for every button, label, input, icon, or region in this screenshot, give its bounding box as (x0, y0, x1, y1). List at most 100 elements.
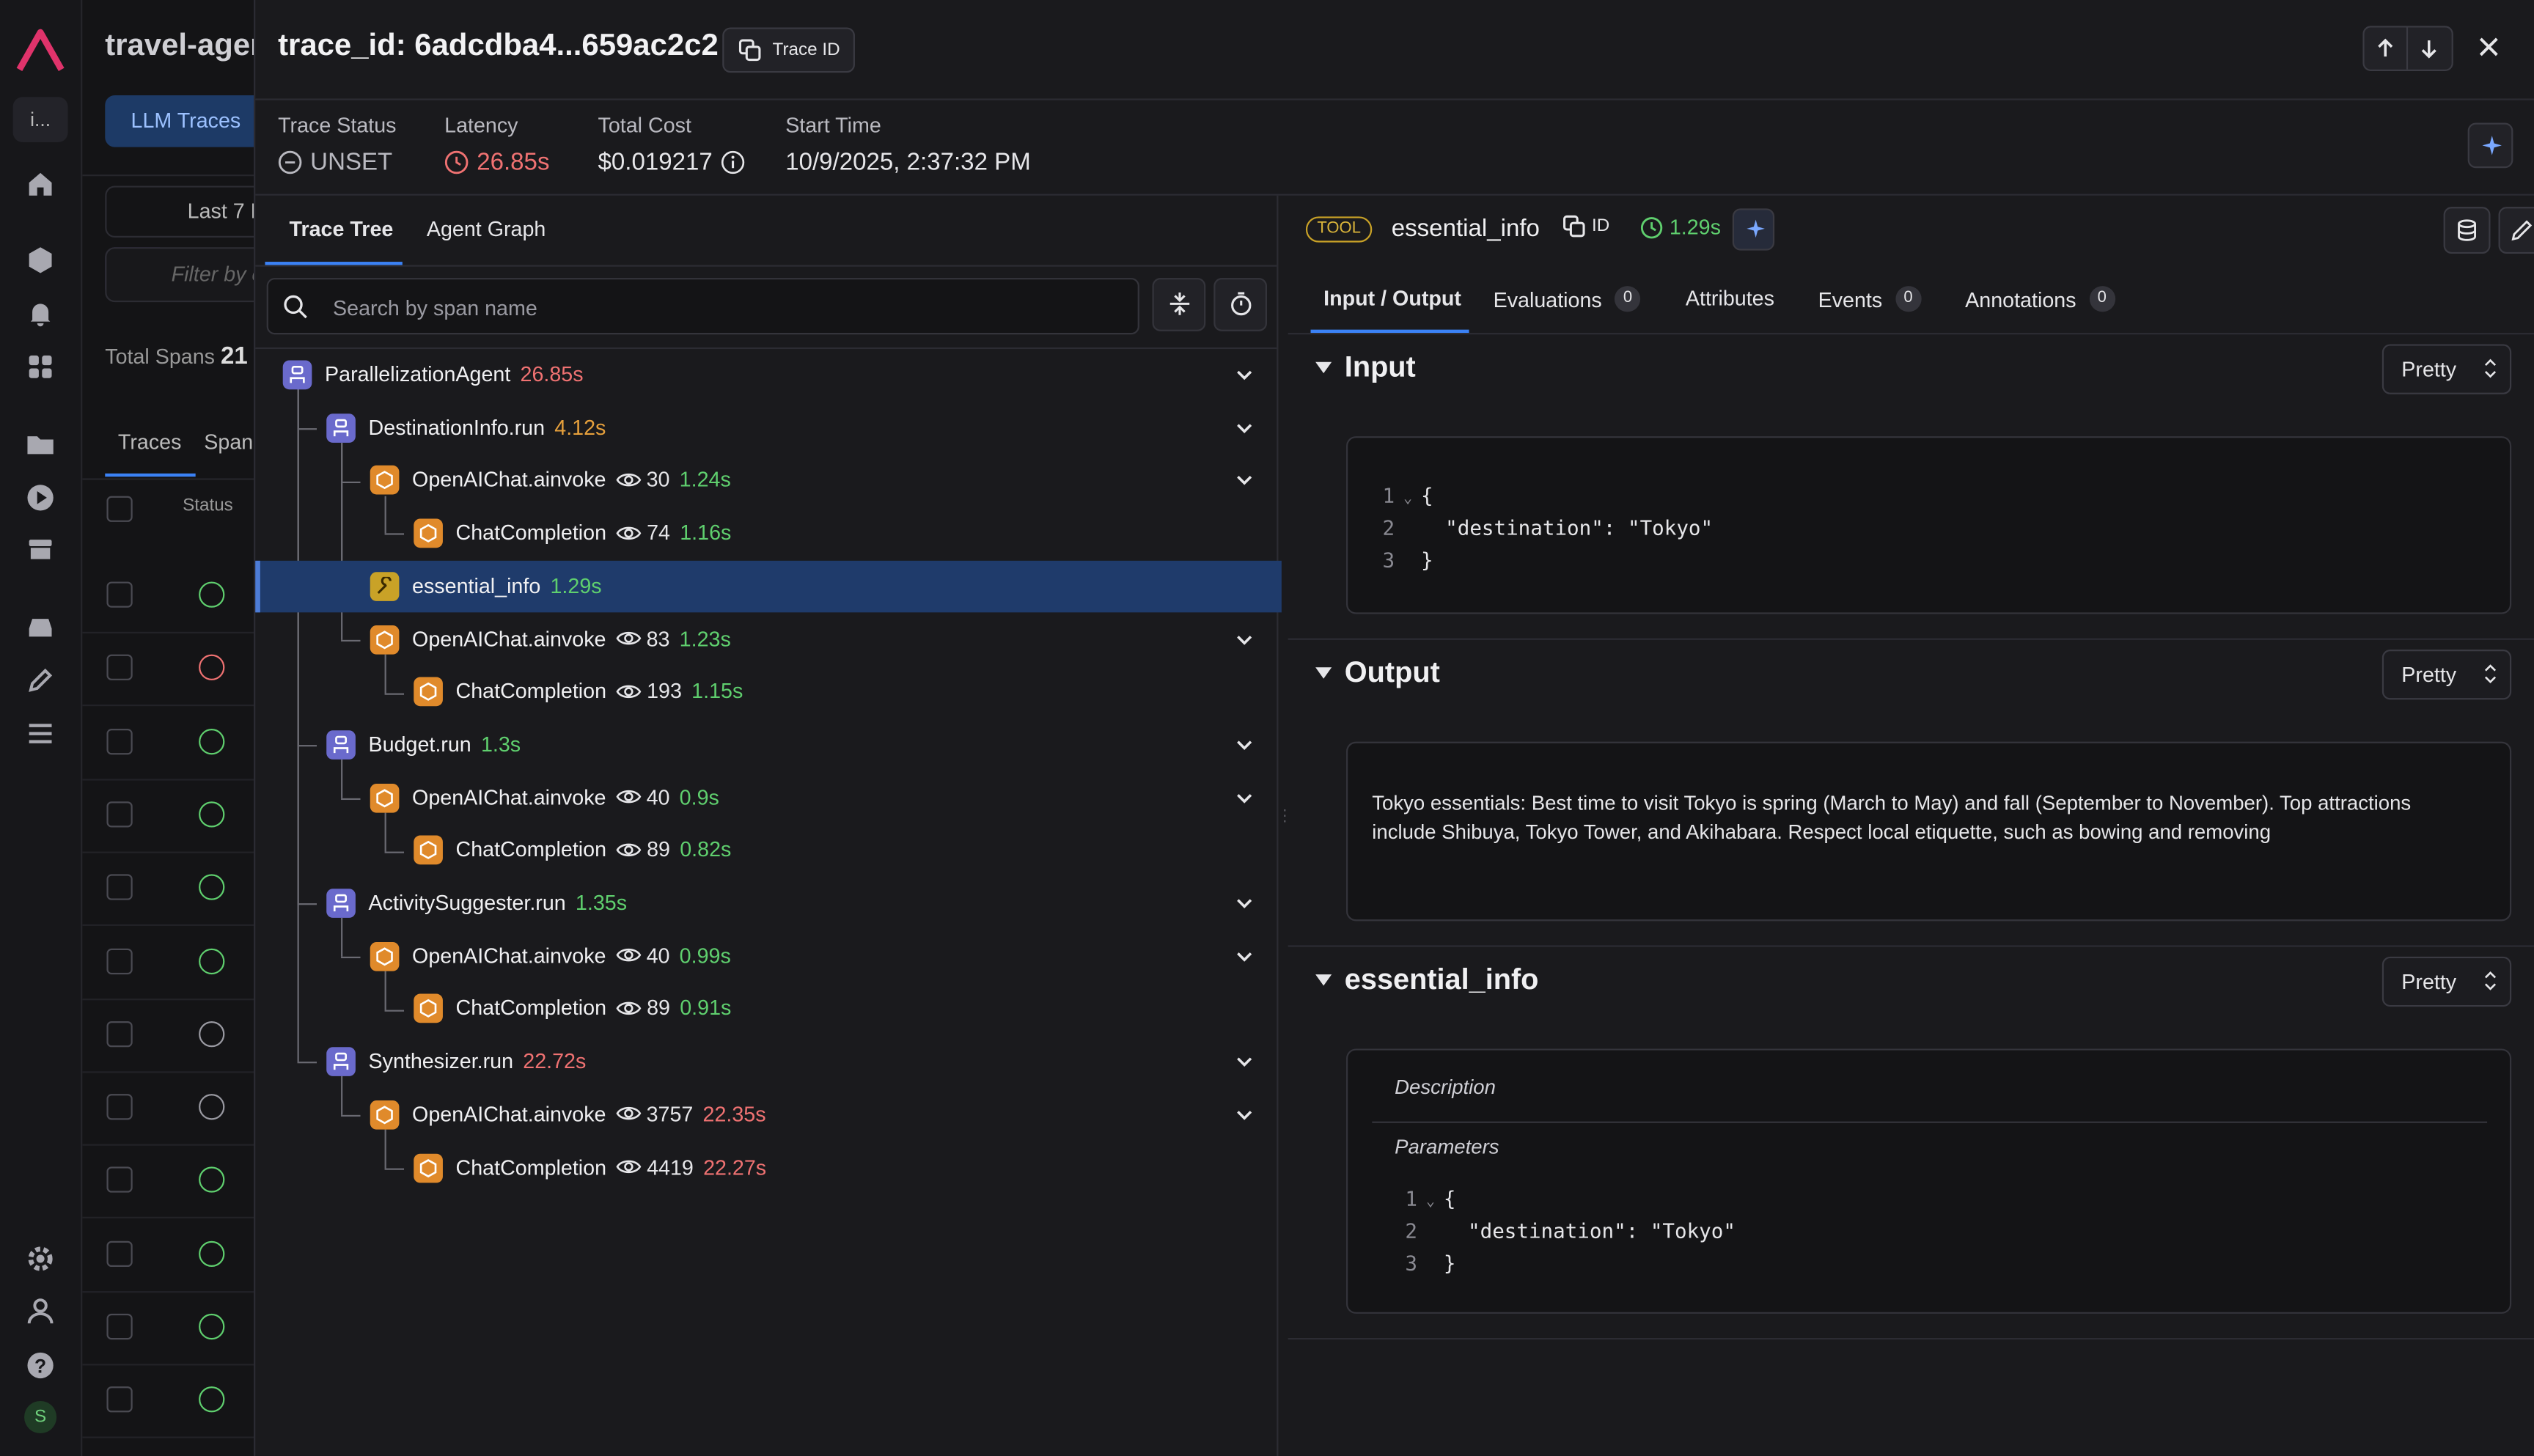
input-section-toggle[interactable]: Input (1315, 350, 1416, 384)
tool-format-select[interactable]: Pretty (2381, 956, 2512, 1007)
copy-span-id-button[interactable]: ID (1562, 215, 1609, 238)
span-row-essential-info[interactable]: essential_info 1.29s (255, 560, 1282, 612)
input-format-select[interactable]: Pretty (2381, 344, 2512, 394)
tab-traces[interactable]: Traces (118, 430, 182, 454)
help-icon[interactable]: ? (24, 1349, 56, 1381)
user-avatar[interactable]: S (24, 1400, 57, 1434)
edit-annotation-pencil-icon[interactable] (2498, 207, 2534, 254)
previous-trace-arrow-up-icon[interactable] (2365, 27, 2406, 69)
trace-row[interactable] (82, 779, 254, 853)
collapse-all-icon[interactable] (1152, 278, 1206, 331)
span-row-destinationinfo-run[interactable]: DestinationInfo.run 4.12s (255, 402, 1277, 454)
tab-spans[interactable]: Spans (204, 430, 254, 454)
tracing-cube-icon[interactable] (24, 244, 56, 276)
tab-annotations[interactable]: Annotations 0 (1965, 286, 2115, 312)
profile-icon[interactable] (24, 1296, 56, 1328)
row-checkbox[interactable] (106, 947, 133, 974)
timing-stopwatch-icon[interactable] (1213, 278, 1268, 331)
status-column-header[interactable]: Status (183, 496, 233, 515)
row-checkbox[interactable] (106, 581, 133, 608)
select-all-checkbox[interactable] (106, 496, 133, 522)
row-checkbox[interactable] (106, 1313, 133, 1340)
row-checkbox[interactable] (106, 655, 133, 681)
dashboard-grid-icon[interactable] (24, 350, 56, 383)
project-switcher[interactable]: i... (12, 97, 68, 142)
filter-input[interactable]: Filter by condition (105, 247, 254, 303)
row-checkbox[interactable] (106, 728, 133, 754)
chevron-down-icon[interactable] (1233, 364, 1256, 386)
tab-agent-graph[interactable]: Agent Graph (427, 216, 546, 240)
experiments-play-icon[interactable] (24, 482, 56, 514)
span-row-openaichat-ainvoke[interactable]: OpenAIChat.ainvoke 40 0.99s (255, 930, 1277, 982)
chevron-down-icon[interactable] (1233, 628, 1256, 650)
chevron-down-icon[interactable] (1233, 416, 1256, 439)
span-row-chatcompletion[interactable]: ChatCompletion 74 1.16s (255, 507, 1277, 559)
tool-section-toggle[interactable]: essential_info (1315, 963, 1538, 997)
info-icon[interactable] (721, 150, 745, 174)
row-checkbox[interactable] (106, 874, 133, 901)
trace-row[interactable] (82, 1072, 254, 1146)
span-row-openaichat-ainvoke[interactable]: OpenAIChat.ainvoke 3757 22.35s (255, 1089, 1277, 1141)
row-checkbox[interactable] (106, 1167, 133, 1194)
span-row-parallelizationagent[interactable]: ParallelizationAgent 26.85s (255, 349, 1277, 401)
trace-row[interactable] (82, 1218, 254, 1293)
row-checkbox[interactable] (106, 1021, 133, 1047)
chevron-down-icon[interactable] (1233, 1103, 1256, 1126)
tab-attributes[interactable]: Attributes (1686, 286, 1774, 310)
datasets-folder-icon[interactable] (24, 428, 56, 460)
span-assistant-sparkle-icon[interactable] (1732, 208, 1775, 251)
llm-traces-tab[interactable]: LLM Traces (105, 95, 254, 147)
home-icon[interactable] (24, 168, 56, 200)
prompts-pencil-icon[interactable] (24, 664, 56, 696)
next-trace-arrow-down-icon[interactable] (2408, 27, 2450, 69)
list-icon[interactable] (24, 718, 56, 750)
ai-assistant-sparkle-icon[interactable] (2467, 122, 2513, 169)
row-checkbox[interactable] (106, 1240, 133, 1267)
trace-row[interactable] (82, 1144, 254, 1219)
row-checkbox[interactable] (106, 801, 133, 828)
trace-row[interactable] (82, 852, 254, 927)
archive-icon[interactable] (24, 533, 56, 565)
span-row-openaichat-ainvoke[interactable]: OpenAIChat.ainvoke 30 1.24s (255, 455, 1277, 507)
fold-chevron-icon[interactable]: ⌄ (1395, 491, 1421, 507)
tab-trace-tree[interactable]: Trace Tree (290, 216, 394, 240)
trace-row[interactable] (82, 632, 254, 707)
chevron-down-icon[interactable] (1233, 469, 1256, 492)
chevron-down-icon[interactable] (1233, 733, 1256, 756)
chevron-down-icon[interactable] (1233, 787, 1256, 809)
span-row-openaichat-ainvoke[interactable]: OpenAIChat.ainvoke 40 0.9s (255, 772, 1277, 824)
fold-chevron-icon[interactable]: ⌄ (1417, 1194, 1444, 1210)
storage-drive-icon[interactable] (24, 611, 56, 643)
output-format-select[interactable]: Pretty (2381, 650, 2512, 700)
app-logo-icon[interactable] (15, 26, 67, 74)
pane-resize-handle[interactable]: ⋮ (1277, 808, 1293, 843)
chevron-down-icon[interactable] (1233, 1051, 1256, 1073)
chevron-down-icon[interactable] (1233, 945, 1256, 968)
chevron-down-icon[interactable] (1233, 892, 1256, 915)
span-search-input[interactable] (329, 279, 1128, 337)
trace-row[interactable] (82, 559, 254, 634)
row-checkbox[interactable] (106, 1094, 133, 1120)
span-row-synthesizer-run[interactable]: Synthesizer.run 22.72s (255, 1036, 1277, 1088)
span-row-chatcompletion[interactable]: ChatCompletion 89 0.91s (255, 983, 1277, 1035)
tab-input-output[interactable]: Input / Output (1323, 286, 1461, 310)
span-row-openaichat-ainvoke[interactable]: OpenAIChat.ainvoke 83 1.23s (255, 613, 1277, 665)
close-icon[interactable] (2472, 31, 2505, 63)
trace-row[interactable] (82, 1291, 254, 1366)
time-range-button[interactable]: Last 7 Days (105, 185, 254, 238)
trace-row[interactable] (82, 705, 254, 780)
copy-trace-id-button[interactable]: Trace ID (722, 27, 855, 73)
settings-gear-icon[interactable] (24, 1243, 56, 1275)
span-row-budget-run[interactable]: Budget.run 1.3s (255, 719, 1277, 771)
span-row-chatcompletion[interactable]: ChatCompletion 193 1.15s (255, 666, 1277, 718)
trace-row[interactable] (82, 999, 254, 1073)
trace-row[interactable] (82, 925, 254, 1000)
alerts-bell-icon[interactable] (24, 298, 56, 330)
add-to-dataset-database-icon[interactable] (2443, 207, 2491, 254)
tab-events[interactable]: Events 0 (1818, 286, 1922, 312)
tab-evaluations[interactable]: Evaluations 0 (1494, 286, 1641, 312)
span-row-chatcompletion[interactable]: ChatCompletion 89 0.82s (255, 825, 1277, 877)
span-row-activitysuggester-run[interactable]: ActivitySuggester.run 1.35s (255, 878, 1277, 930)
span-row-chatcompletion[interactable]: ChatCompletion 4419 22.27s (255, 1141, 1277, 1194)
output-section-toggle[interactable]: Output (1315, 656, 1440, 690)
